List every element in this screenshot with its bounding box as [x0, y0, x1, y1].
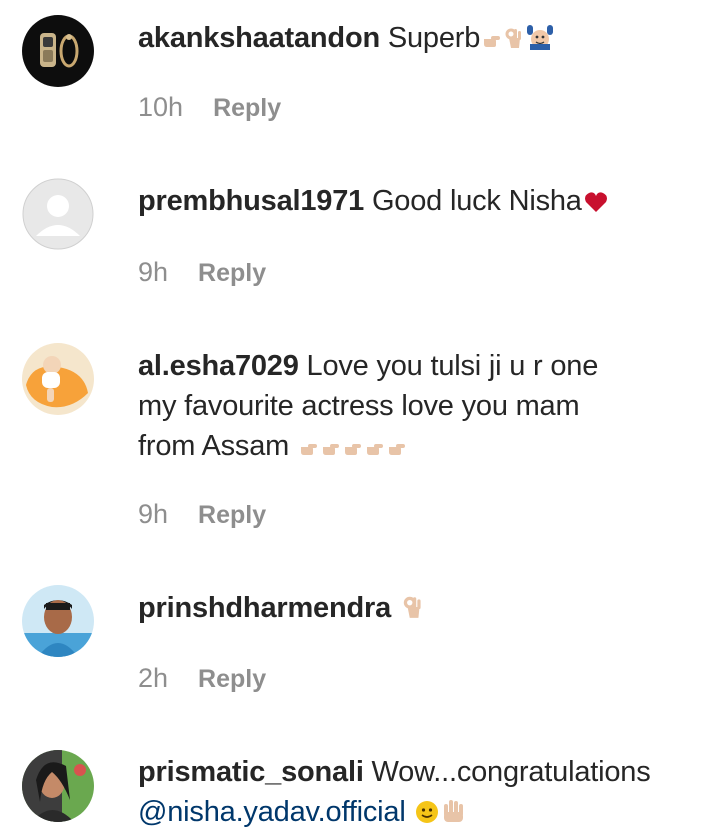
- raising-hands-face-icon: [526, 21, 554, 61]
- comment-username[interactable]: prinshdharmendra: [138, 592, 391, 624]
- comment-text: al.esha7029 Love you tulsi ji u r one my…: [138, 346, 698, 469]
- pointing-hand-icon: [365, 429, 385, 469]
- comment-timestamp: 10h: [138, 92, 184, 122]
- comment-body-line: my favourite actress love you mam: [138, 390, 580, 422]
- avatar[interactable]: [22, 343, 94, 415]
- comment-timestamp: 2h: [138, 663, 169, 693]
- comment-meta: 9h Reply: [138, 497, 266, 532]
- reply-button[interactable]: Reply: [213, 91, 281, 125]
- waving-hand-icon: [441, 795, 467, 835]
- comment-body: Superb: [387, 22, 481, 54]
- comment-body: Good luck Nisha: [371, 185, 582, 217]
- comment-timestamp: 9h: [138, 257, 169, 287]
- comment-meta: 9h Reply: [138, 255, 266, 290]
- reply-button[interactable]: Reply: [198, 498, 266, 532]
- avatar[interactable]: [22, 585, 94, 657]
- reply-button[interactable]: Reply: [198, 662, 266, 696]
- comment-username[interactable]: prembhusal1971: [138, 185, 364, 217]
- comment-text: prembhusal1971 Good luck Nisha: [138, 181, 698, 224]
- red-heart-icon: [584, 184, 608, 224]
- ok-hand-icon: [401, 591, 425, 631]
- comment-body-line: Love you tulsi ji u r one: [306, 350, 599, 382]
- mention-link[interactable]: @nisha.yadav.official: [138, 796, 406, 828]
- comment-text: akankshaatandon Superb: [138, 18, 698, 61]
- comment-body: Wow...congratulations: [371, 756, 651, 788]
- comment-meta: 2h Reply: [138, 661, 266, 696]
- comment-body-line: from Assam: [138, 430, 290, 462]
- avatar[interactable]: [22, 15, 94, 87]
- pointing-hand-icon: [387, 429, 407, 469]
- pointing-hand-icon: [343, 429, 363, 469]
- pointing-hand-icon: [321, 429, 341, 469]
- comment-username[interactable]: akankshaatandon: [138, 22, 380, 54]
- comment-text: prinshdharmendra: [138, 588, 698, 631]
- pointing-hand-icon: [299, 429, 319, 469]
- reply-button[interactable]: Reply: [198, 256, 266, 290]
- pointing-hand-icon: [482, 21, 502, 61]
- avatar[interactable]: [22, 178, 94, 250]
- comment-text: prismatic_sonali Wow...congratulations @…: [138, 752, 698, 835]
- comment-username[interactable]: al.esha7029: [138, 350, 299, 382]
- ok-hand-icon: [504, 21, 524, 61]
- comment-meta: 10h Reply: [138, 90, 281, 125]
- smiley-face-icon: [415, 795, 439, 835]
- avatar[interactable]: [22, 750, 94, 822]
- comment-timestamp: 9h: [138, 499, 169, 529]
- comment-username[interactable]: prismatic_sonali: [138, 756, 364, 788]
